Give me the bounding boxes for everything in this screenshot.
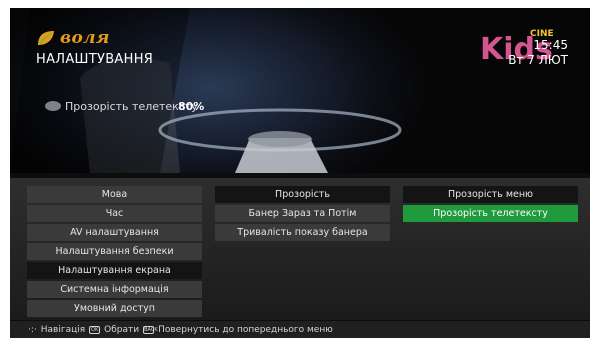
menu-item-teletext-transparency[interactable]: Прозорість телетексту [403, 205, 578, 222]
hint-select: Обрати [104, 324, 140, 335]
ok-key-icon: OK [89, 325, 101, 334]
clock-date: Вт 7 ЛЮТ [508, 53, 568, 67]
menu-item-language[interactable]: Мова [27, 186, 202, 203]
menu-item-system-info[interactable]: Системна інформація [27, 281, 202, 298]
clock: 15:45 Вт 7 ЛЮТ [508, 38, 568, 68]
brand-logo: воля [36, 28, 110, 48]
page-title: НАЛАШТУВАННЯ [36, 52, 154, 67]
preview-setting-value: 80% [178, 100, 205, 113]
tv-screen: воля НАЛАШТУВАННЯ Kids CINE 15:45 Вт 7 Л… [10, 8, 590, 338]
menu-item-security[interactable]: Налаштування безпеки [27, 243, 202, 260]
preview-marker-icon [45, 101, 61, 111]
hint-navigation: Навігація [40, 324, 86, 335]
menu-item-transparency[interactable]: Прозорість [215, 186, 390, 203]
menu-column-transparency: Прозорість меню Прозорість телетексту [403, 186, 578, 224]
menu-item-screen-settings[interactable]: Налаштування екрана [27, 262, 202, 279]
hint-back: Повернутись до попереднього меню [158, 324, 333, 335]
menu-item-now-next-banner[interactable]: Банер Зараз та Потім [215, 205, 390, 222]
clock-time: 15:45 [533, 38, 568, 52]
menu-item-conditional-access[interactable]: Умовний доступ [27, 300, 202, 317]
leaf-icon [38, 31, 54, 45]
menu-item-time[interactable]: Час [27, 205, 202, 222]
menu-item-banner-duration[interactable]: Тривалість показу банера [215, 224, 390, 241]
settings-menu-panel: Мова Час AV налаштування Налаштування бе… [10, 178, 590, 320]
video-preview: воля НАЛАШТУВАННЯ Kids CINE 15:45 Вт 7 Л… [10, 8, 590, 173]
menu-item-menu-transparency[interactable]: Прозорість меню [403, 186, 578, 203]
brand-name: воля [60, 28, 110, 48]
back-key-icon: BACK [143, 325, 158, 334]
navigation-arrows-icon: ·:· [28, 324, 37, 335]
menu-column-screen: Прозорість Банер Зараз та Потім Триваліс… [215, 186, 390, 243]
menu-column-main: Мова Час AV налаштування Налаштування бе… [27, 186, 202, 319]
menu-item-av-settings[interactable]: AV налаштування [27, 224, 202, 241]
footer-hint-bar: ·:· Навігація OK Обрати BACK Повернутись… [10, 321, 590, 338]
